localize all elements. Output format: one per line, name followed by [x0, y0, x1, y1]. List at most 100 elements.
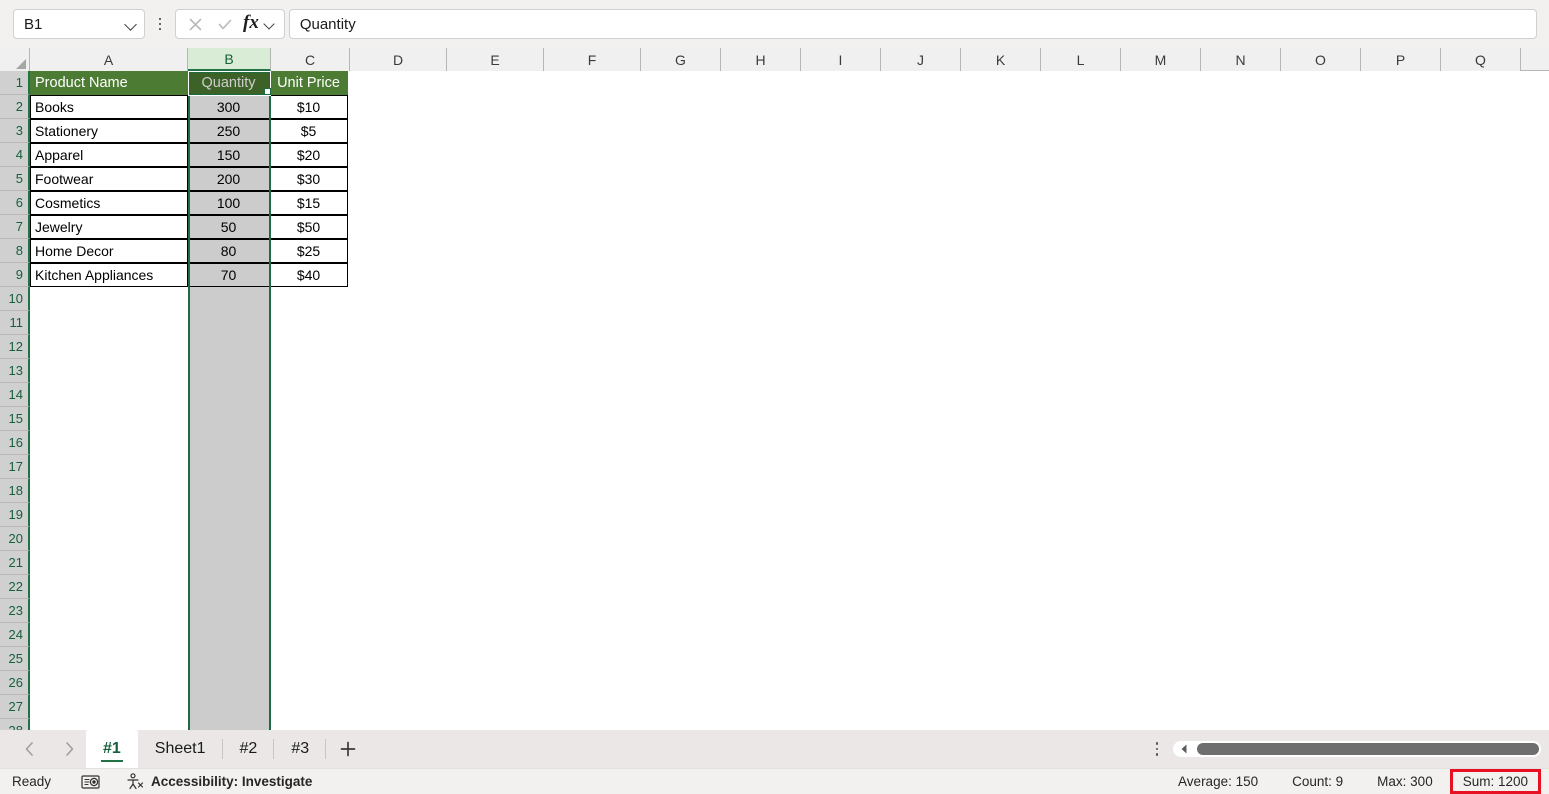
- cell-D3[interactable]: [347, 119, 444, 143]
- cell-M20[interactable]: [1121, 527, 1201, 551]
- cell-O20[interactable]: [1281, 527, 1361, 551]
- cell-L14[interactable]: [1041, 383, 1121, 407]
- cell-M18[interactable]: [1121, 479, 1201, 503]
- cell-F8[interactable]: [541, 239, 638, 263]
- cell-B16[interactable]: [188, 431, 271, 455]
- cell-M4[interactable]: [1118, 143, 1198, 167]
- cell-B1[interactable]: Quantity: [187, 71, 270, 95]
- cell-L26[interactable]: [1041, 671, 1121, 695]
- cell-A21[interactable]: [30, 551, 188, 575]
- cell-J5[interactable]: [878, 167, 958, 191]
- cell-A18[interactable]: [30, 479, 188, 503]
- row-header-15[interactable]: 15: [0, 407, 30, 431]
- cell-N7[interactable]: [1198, 215, 1278, 239]
- cell-P13[interactable]: [1361, 359, 1441, 383]
- cell-H4[interactable]: [718, 143, 798, 167]
- cell-E20[interactable]: [447, 527, 544, 551]
- cell-F13[interactable]: [544, 359, 641, 383]
- cell-A13[interactable]: [30, 359, 188, 383]
- cell-F18[interactable]: [544, 479, 641, 503]
- cell-B18[interactable]: [188, 479, 271, 503]
- cell-M7[interactable]: [1118, 215, 1198, 239]
- cell-M11[interactable]: [1121, 311, 1201, 335]
- cell-I18[interactable]: [801, 479, 881, 503]
- cell-C19[interactable]: [271, 503, 350, 527]
- cell-O2[interactable]: [1278, 95, 1358, 119]
- cell-I20[interactable]: [801, 527, 881, 551]
- cell-P24[interactable]: [1361, 623, 1441, 647]
- cell-D22[interactable]: [350, 575, 447, 599]
- cell-K14[interactable]: [961, 383, 1041, 407]
- cell-D5[interactable]: [347, 167, 444, 191]
- cell-B19[interactable]: [188, 503, 271, 527]
- cell-A20[interactable]: [30, 527, 188, 551]
- cell-C12[interactable]: [271, 335, 350, 359]
- cell-D17[interactable]: [350, 455, 447, 479]
- cell-O23[interactable]: [1281, 599, 1361, 623]
- cell-C10[interactable]: [271, 287, 350, 311]
- cell-N9[interactable]: [1198, 263, 1278, 287]
- cell-L9[interactable]: [1038, 263, 1118, 287]
- cell-G18[interactable]: [641, 479, 721, 503]
- cell-K19[interactable]: [961, 503, 1041, 527]
- cell-L5[interactable]: [1038, 167, 1118, 191]
- cell-F6[interactable]: [541, 191, 638, 215]
- cell-Q9[interactable]: [1438, 263, 1518, 287]
- cell-N23[interactable]: [1201, 599, 1281, 623]
- cell-D13[interactable]: [350, 359, 447, 383]
- cell-O28[interactable]: [1281, 719, 1361, 730]
- cell-J1[interactable]: [878, 71, 958, 95]
- row-header-4[interactable]: 4: [0, 143, 30, 167]
- cell-H27[interactable]: [721, 695, 801, 719]
- cell-D2[interactable]: [347, 95, 444, 119]
- cell-P25[interactable]: [1361, 647, 1441, 671]
- cell-A28[interactable]: [30, 719, 188, 730]
- cell-O1[interactable]: [1278, 71, 1358, 95]
- cell-E12[interactable]: [447, 335, 544, 359]
- cell-D9[interactable]: [347, 263, 444, 287]
- row-header-27[interactable]: 27: [0, 695, 30, 719]
- cell-K27[interactable]: [961, 695, 1041, 719]
- cell-G24[interactable]: [641, 623, 721, 647]
- cell-F16[interactable]: [544, 431, 641, 455]
- cell-Q8[interactable]: [1438, 239, 1518, 263]
- cell-M16[interactable]: [1121, 431, 1201, 455]
- cell-B5[interactable]: 200: [187, 167, 270, 191]
- cell-Q4[interactable]: [1438, 143, 1518, 167]
- cell-N2[interactable]: [1198, 95, 1278, 119]
- cell-P14[interactable]: [1361, 383, 1441, 407]
- cell-N24[interactable]: [1201, 623, 1281, 647]
- cell-F23[interactable]: [544, 599, 641, 623]
- cell-D27[interactable]: [350, 695, 447, 719]
- cell-Q20[interactable]: [1441, 527, 1521, 551]
- cell-O4[interactable]: [1278, 143, 1358, 167]
- cell-N14[interactable]: [1201, 383, 1281, 407]
- cell-N4[interactable]: [1198, 143, 1278, 167]
- cell-G17[interactable]: [641, 455, 721, 479]
- cell-L10[interactable]: [1041, 287, 1121, 311]
- cell-J25[interactable]: [881, 647, 961, 671]
- cell-K25[interactable]: [961, 647, 1041, 671]
- cell-Q15[interactable]: [1441, 407, 1521, 431]
- row-header-26[interactable]: 26: [0, 671, 30, 695]
- cell-G16[interactable]: [641, 431, 721, 455]
- sheet-tab-sheet1[interactable]: Sheet1: [138, 730, 223, 768]
- row-header-17[interactable]: 17: [0, 455, 30, 479]
- cell-K3[interactable]: [958, 119, 1038, 143]
- cell-N11[interactable]: [1201, 311, 1281, 335]
- cell-A7[interactable]: Jewelry: [30, 215, 188, 239]
- cell-K5[interactable]: [958, 167, 1038, 191]
- cell-E6[interactable]: [444, 191, 541, 215]
- cell-M17[interactable]: [1121, 455, 1201, 479]
- cell-I13[interactable]: [801, 359, 881, 383]
- chevron-down-icon[interactable]: [124, 17, 138, 31]
- cell-N12[interactable]: [1201, 335, 1281, 359]
- cell-N20[interactable]: [1201, 527, 1281, 551]
- cell-A26[interactable]: [30, 671, 188, 695]
- cell-H1[interactable]: [718, 71, 798, 95]
- cell-F11[interactable]: [544, 311, 641, 335]
- cell-A24[interactable]: [30, 623, 188, 647]
- cell-H3[interactable]: [718, 119, 798, 143]
- cell-P18[interactable]: [1361, 479, 1441, 503]
- cell-H13[interactable]: [721, 359, 801, 383]
